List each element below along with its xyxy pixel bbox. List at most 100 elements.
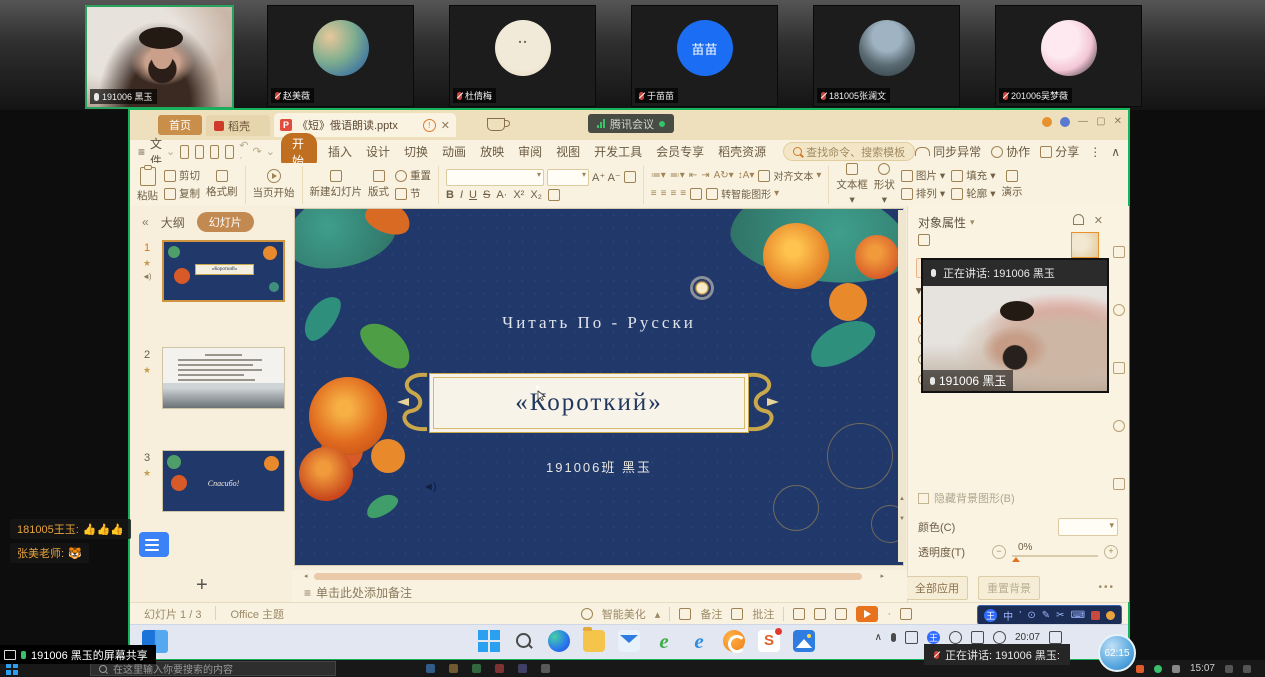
new-slide-button[interactable]: 新建幻灯片 [310, 170, 363, 199]
meeting-timer-bubble[interactable]: 62:15 [1098, 634, 1136, 672]
share-button[interactable]: 分享 [1040, 143, 1079, 160]
align-left-button[interactable]: ≡ [651, 188, 657, 199]
smart-beautify-button[interactable]: 智能美化 [602, 606, 646, 622]
align-text-button[interactable]: 对齐文本▾ [758, 168, 821, 183]
fullscreen-icon[interactable] [900, 608, 912, 620]
bullets-button[interactable]: ≔▾ [651, 170, 666, 181]
system-clock[interactable]: 20:07 [1015, 632, 1040, 643]
paste-button[interactable]: 粘贴 [137, 167, 158, 203]
host-app-icon[interactable] [518, 664, 527, 673]
collaborate-button[interactable]: 协作 [991, 143, 1030, 160]
align-center-button[interactable]: ≡ [661, 188, 667, 199]
ribbon-tab-insert[interactable]: 插入 [328, 143, 352, 160]
ime-pen-icon[interactable]: ✎ [1042, 610, 1050, 621]
host-app-icon[interactable] [449, 664, 458, 673]
host-volume-icon[interactable] [1225, 665, 1233, 673]
close-window-button[interactable]: ✕ [1114, 116, 1122, 127]
pin-icon[interactable] [1073, 214, 1084, 225]
ribbon-tab-review[interactable]: 审阅 [518, 143, 542, 160]
reading-view-icon[interactable] [835, 608, 847, 620]
layout-button[interactable]: 版式 [368, 170, 389, 199]
ime-logo-icon[interactable]: 王 [984, 609, 997, 622]
phonetic-icon[interactable] [548, 189, 560, 201]
italic-button[interactable]: I [460, 189, 463, 201]
rocket-icon[interactable] [1113, 246, 1125, 258]
meeting-badge[interactable]: 腾讯会议 [588, 114, 674, 133]
save-icon[interactable] [180, 145, 189, 159]
star-icon[interactable] [1113, 304, 1125, 316]
ime-punct-icon[interactable]: ’ [1019, 610, 1021, 621]
host-app-icon[interactable] [495, 664, 504, 673]
minimize-button[interactable]: — [1078, 116, 1088, 127]
close-tab-icon[interactable]: ✕ [441, 119, 450, 132]
host-app-icon[interactable] [426, 664, 435, 673]
sync-status[interactable]: 同步异常 [915, 143, 981, 160]
participant-tile[interactable]: 181005张澜文 [813, 5, 960, 107]
sorter-view-icon[interactable] [814, 608, 826, 620]
strike-button[interactable]: S [483, 189, 490, 201]
reset-background-button[interactable]: 重置背景 [978, 576, 1040, 600]
fill-button[interactable]: 填充▾ [951, 168, 995, 183]
menu-icon[interactable]: ≡ [138, 145, 145, 159]
clipboard-icon[interactable] [1113, 362, 1125, 374]
horizontal-scrollbar[interactable] [314, 573, 862, 580]
play-from-current-button[interactable]: 当页开始 [253, 169, 295, 200]
participant-tile[interactable]: 201006吴梦薇 [995, 5, 1142, 107]
slide-thumbnail-2[interactable] [162, 347, 285, 409]
host-clock[interactable]: 15:07 [1190, 663, 1215, 674]
textbox-button[interactable]: 文本框▾ [836, 163, 868, 206]
notification-icon[interactable] [1042, 117, 1052, 127]
font-grow-shrink[interactable]: A⁺ A⁻ [592, 171, 621, 184]
member-icon[interactable] [1060, 117, 1070, 127]
theme-name[interactable]: Office 主题 [230, 606, 284, 622]
line-spacing-button[interactable]: ↕A▾ [738, 170, 755, 181]
tray-expand-icon[interactable]: ∧ [875, 632, 882, 643]
host-app-icon[interactable] [472, 664, 481, 673]
slide-byline[interactable]: 191006班 黑玉 [295, 457, 903, 476]
comments-toggle[interactable]: 批注 [752, 606, 774, 622]
hide-background-checkbox[interactable]: 隐藏背景图形(B) [918, 490, 1015, 506]
maximize-button[interactable]: ▢ [1096, 116, 1105, 127]
photos-app-icon[interactable] [793, 630, 815, 652]
host-start-button[interactable] [6, 663, 18, 675]
taskbar-search-icon[interactable] [513, 630, 535, 652]
format-painter-button[interactable]: 格式刷 [206, 170, 238, 199]
more-caret-icon[interactable]: ⌄ [266, 145, 275, 158]
tray-ime-icon[interactable]: 王 [927, 631, 940, 644]
ime-emoji-icon[interactable]: ⊙ [1027, 610, 1035, 621]
arrange-button[interactable]: 排列▾ [901, 186, 945, 201]
clear-format-icon[interactable] [624, 171, 636, 183]
ribbon-tab-docer-res[interactable]: 稻壳资源 [718, 143, 766, 160]
ribbon-tab-transition[interactable]: 切换 [404, 143, 428, 160]
outdent-button[interactable]: ⇤ [689, 170, 697, 181]
present-tools-button[interactable]: 演示 [1001, 170, 1022, 199]
font-color-button[interactable]: A· [496, 189, 507, 201]
notification-center-icon[interactable] [1049, 631, 1062, 644]
columns-icon[interactable] [690, 188, 702, 200]
collapse-panel-icon[interactable]: « [142, 215, 149, 229]
add-slide-button[interactable]: + [196, 574, 208, 597]
home-tab[interactable]: 首页 [158, 115, 202, 135]
browser-360-icon[interactable] [723, 630, 745, 652]
numbering-button[interactable]: ≕▾ [670, 170, 685, 181]
ime-toolbar[interactable]: 王 中 ’ ⊙ ✎ ✂ ⌨ [977, 605, 1122, 625]
ribbon-tab-member[interactable]: 会员专享 [656, 143, 704, 160]
browser-green-icon[interactable]: e [653, 630, 675, 652]
ime-keyboard-icon[interactable]: ⌨ [1071, 610, 1085, 621]
slideshow-play-button[interactable] [856, 606, 878, 622]
host-tray-icon[interactable] [1154, 665, 1162, 673]
notes-toggle[interactable]: 备注 [700, 606, 722, 622]
panel-caret-icon[interactable]: ▾ [970, 217, 975, 228]
normal-view-icon[interactable] [793, 608, 805, 620]
mail-icon[interactable] [618, 630, 640, 652]
color-dropdown[interactable] [1058, 518, 1118, 536]
prev-slide-icon[interactable]: ▲ [898, 496, 906, 502]
preview-icon[interactable] [225, 145, 234, 159]
tray-mic-icon[interactable] [891, 633, 896, 642]
vertical-scrollbar[interactable]: ▲ ▼ [898, 210, 906, 562]
ime-settings-icon[interactable] [1106, 611, 1115, 620]
command-search[interactable]: 查找命令、搜索模板 [783, 142, 915, 161]
volume-icon[interactable] [971, 631, 984, 644]
ribbon-tab-design[interactable]: 设计 [366, 143, 390, 160]
reset-button[interactable]: 重置 [395, 168, 431, 183]
